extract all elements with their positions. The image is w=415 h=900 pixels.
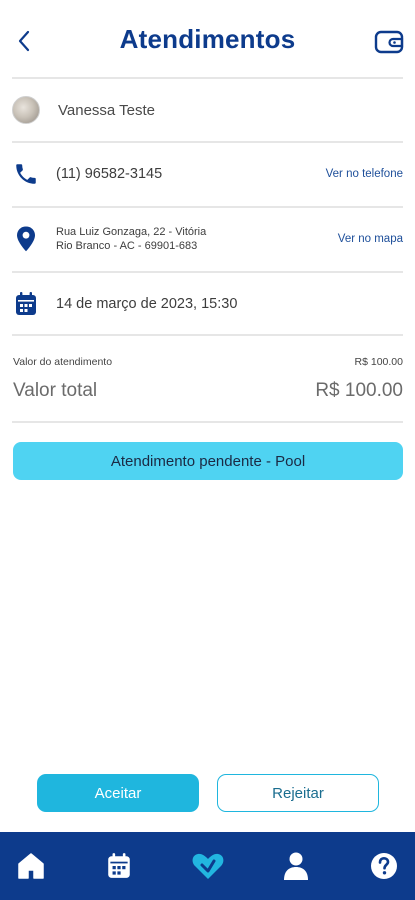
- nav-profile[interactable]: [279, 849, 313, 883]
- phone-number: (11) 96582-3145: [56, 166, 163, 182]
- help-icon: [371, 853, 397, 879]
- address-line-2: Rio Branco - AC - 69901-683: [56, 240, 198, 252]
- location-pin-icon: [12, 225, 40, 253]
- service-value-label: Valor do atendimento: [13, 356, 113, 368]
- heart-icon: [192, 853, 223, 879]
- schedule-row: 14 de março de 2023, 15:30: [12, 289, 403, 319]
- address-row: Rua Luiz Gonzaga, 22 - Vitória Rio Branc…: [12, 223, 403, 255]
- home-icon: [18, 853, 44, 879]
- page-title: Atendimentos: [119, 24, 296, 54]
- divider: [12, 206, 403, 208]
- client-row: Vanessa Teste: [12, 95, 403, 125]
- reject-button[interactable]: Rejeitar: [217, 774, 379, 812]
- person-icon: [283, 852, 308, 880]
- wallet-button[interactable]: [371, 24, 407, 58]
- schedule-datetime: 14 de março de 2023, 15:30: [56, 296, 238, 312]
- wallet-icon: [374, 30, 404, 54]
- divider: [12, 271, 403, 273]
- calendar-icon: [12, 291, 40, 317]
- view-phone-link[interactable]: Ver no telefone: [326, 168, 403, 180]
- avatar: [12, 96, 40, 124]
- view-map-link[interactable]: Ver no mapa: [338, 233, 403, 245]
- divider: [12, 334, 403, 336]
- phone-icon: [12, 161, 40, 187]
- total-value-label: Valor total: [13, 380, 98, 401]
- divider: [12, 77, 403, 79]
- address-line-1: Rua Luiz Gonzaga, 22 - Vitória: [56, 226, 207, 238]
- status-badge: Atendimento pendente - Pool: [13, 442, 403, 480]
- service-value-amount: R$ 100.00: [354, 356, 403, 368]
- app-header: Atendimentos: [0, 0, 415, 78]
- nav-home[interactable]: [14, 849, 48, 883]
- calendar-icon: [108, 853, 131, 878]
- divider: [12, 141, 403, 143]
- nav-calendar[interactable]: [102, 849, 136, 883]
- address-text: Rua Luiz Gonzaga, 22 - Vitória Rio Branc…: [56, 225, 338, 253]
- phone-row: (11) 96582-3145 Ver no telefone: [12, 159, 403, 189]
- nav-help[interactable]: [367, 849, 401, 883]
- client-name: Vanessa Teste: [58, 101, 156, 119]
- bottom-nav: [0, 832, 415, 900]
- accept-button[interactable]: Aceitar: [37, 774, 199, 812]
- total-value-amount: R$ 100.00: [315, 380, 403, 401]
- divider: [12, 421, 403, 423]
- nav-care[interactable]: [191, 849, 225, 883]
